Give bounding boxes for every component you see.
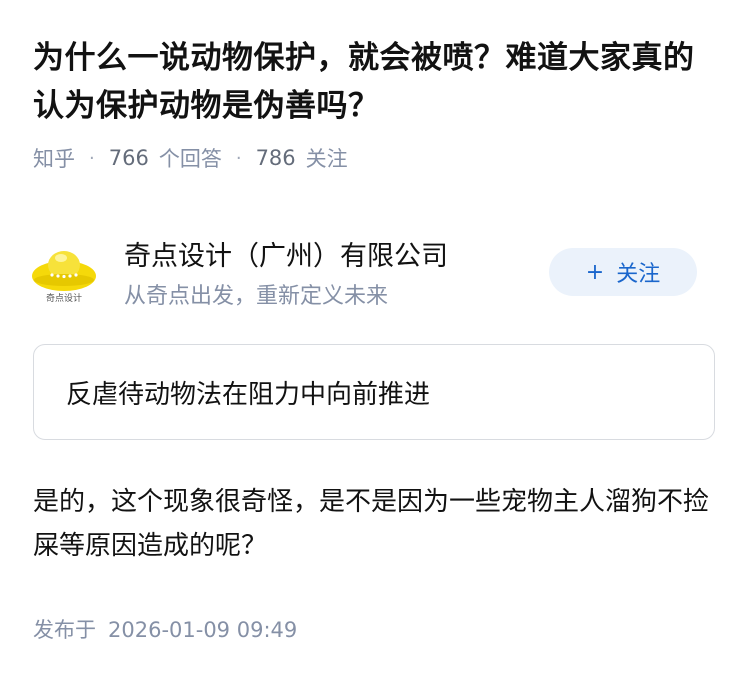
separator-dot: · (89, 147, 95, 169)
quoted-article-title: 反虐待动物法在阻力中向前推进 (66, 379, 431, 410)
answers-label[interactable]: 个回答 (159, 143, 222, 173)
author-card: 奇点设计 奇点设计（广州）有限公司 从奇点出发，重新定义未来 + 关注 (28, 228, 728, 318)
source-label[interactable]: 知乎 (33, 143, 75, 173)
publish-info: 发布于 2026-01-09 09:49 (33, 614, 297, 644)
follow-button[interactable]: + 关注 (549, 248, 697, 296)
ufo-logo-icon: 奇点设计 (32, 251, 96, 304)
follow-button-label: 关注 (616, 262, 661, 287)
question-meta: 知乎 · 766 个回答 · 786 关注 (33, 143, 348, 173)
avatar-logo-text: 奇点设计 (46, 292, 82, 304)
separator-dot: · (235, 147, 242, 169)
answers-count[interactable]: 766 (109, 146, 149, 170)
author-name[interactable]: 奇点设计（广州）有限公司 (124, 234, 448, 273)
answer-body: 是的，这个现象很奇怪，是不是因为一些宠物主人溜狗不捡屎等原因造成的呢？ (33, 487, 710, 561)
author-bio: 从奇点出发，重新定义未来 (124, 284, 389, 309)
plus-icon: + (585, 259, 605, 285)
quoted-article-card[interactable]: 反虐待动物法在阻力中向前推进 (33, 344, 715, 440)
followers-count[interactable]: 786 (256, 146, 296, 170)
publish-label: 发布于 (33, 618, 96, 642)
avatar[interactable]: 奇点设计 (28, 236, 100, 308)
followers-label[interactable]: 关注 (306, 143, 348, 173)
question-title[interactable]: 为什么一说动物保护，就会被喷？难道大家真的认为保护动物是伪善吗？ (33, 34, 723, 130)
publish-time: 2026-01-09 09:49 (108, 618, 298, 642)
